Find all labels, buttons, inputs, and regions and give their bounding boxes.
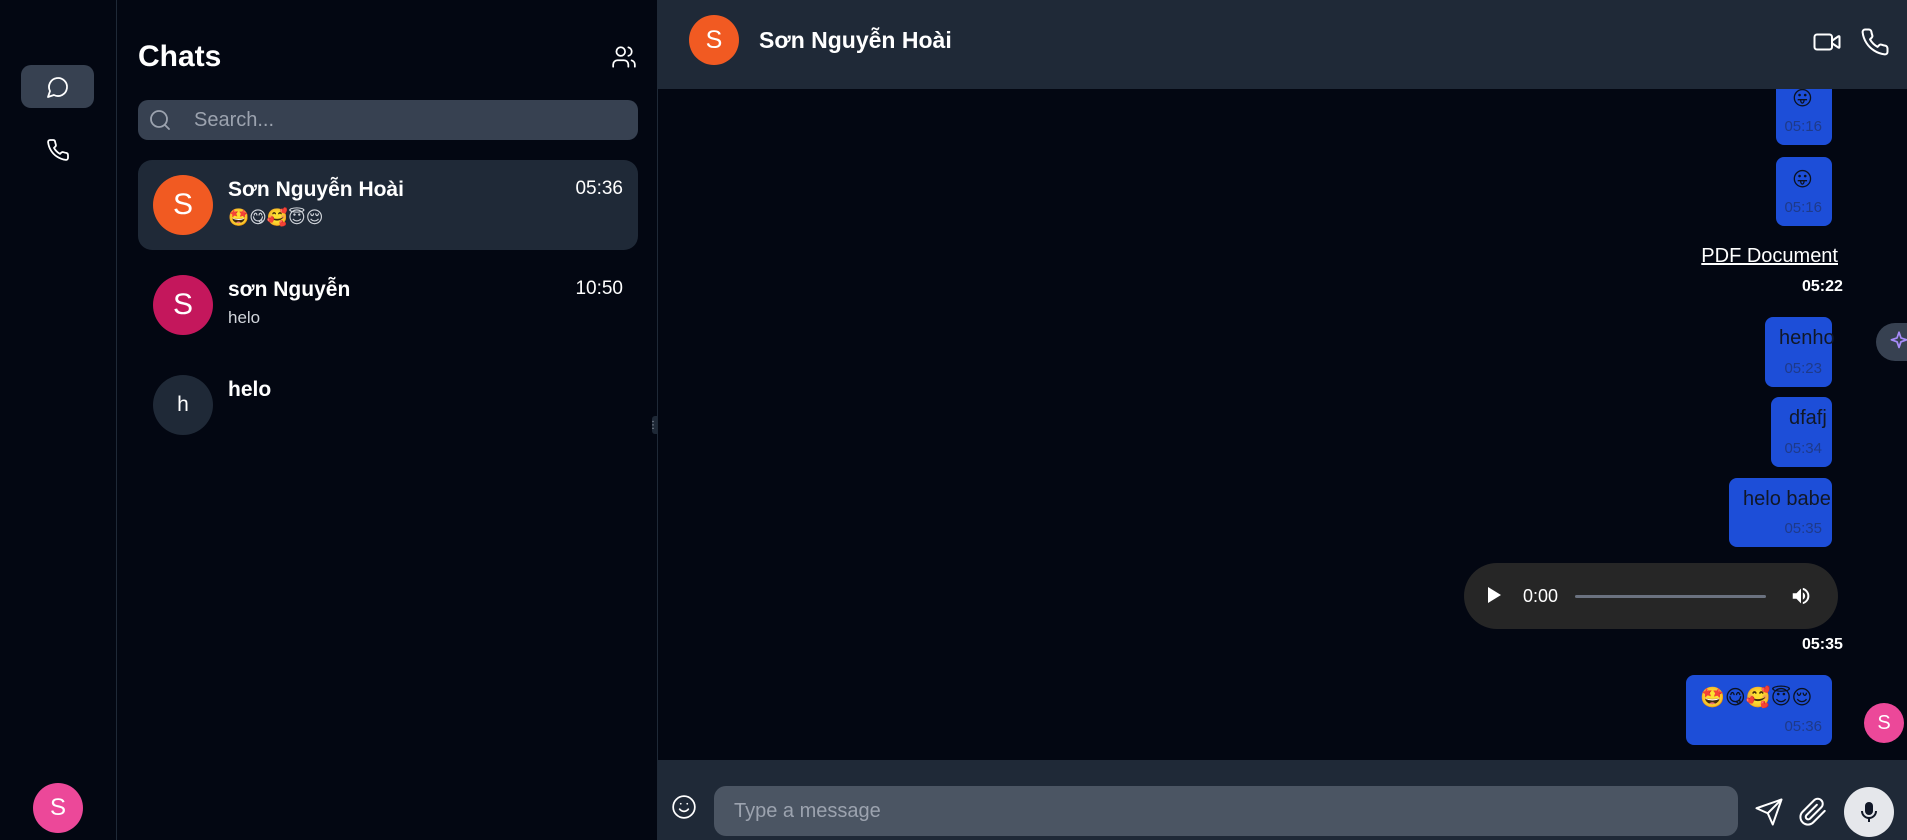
chat-name: Sơn Nguyễn Hoài [228,178,404,201]
contacts-button[interactable] [609,42,639,72]
phone-icon [46,138,69,161]
phone-icon [1861,28,1889,56]
search-icon [150,110,170,130]
smile-icon [672,795,696,819]
video-icon [1813,33,1841,51]
voice-call-button[interactable] [1858,25,1892,59]
message-text: helo babe [1743,488,1831,510]
chat-name: helo [228,378,272,401]
chat-item[interactable]: h helo [138,360,638,450]
play-icon [1488,587,1501,603]
message-time: 05:16 [1784,199,1822,216]
chat-item[interactable]: S sơn Nguyễn 10:50 helo [138,260,638,350]
message-input[interactable] [714,786,1738,836]
volume-icon [1792,587,1810,605]
chat-preview: 🤩😋🥰😇😌 [228,208,324,227]
audio-volume-button[interactable] [1788,583,1814,609]
pdf-document-link[interactable]: PDF Document [1701,245,1838,268]
search-box [138,100,638,140]
nav-rail: S [0,0,117,840]
message-time: 05:35 [1802,636,1843,653]
audio-play-button[interactable] [1482,583,1506,607]
message-bubble: helo babe 05:35 [1729,478,1832,547]
message-text: dfafj [1789,407,1827,429]
message-bubble: 😛 05:16 [1776,157,1832,226]
panel-title: Chats [138,40,222,73]
message-time: 05:36 [1784,718,1822,735]
chat-main: S Sơn Nguyễn Hoài 😛 05:16 S Sơn Nguyễn H… [658,0,1907,840]
message-text: 😛 [1792,88,1813,110]
message-bubble: 🤩😋🥰😇😌 05:36 [1686,675,1832,745]
search-input[interactable] [194,100,624,140]
chat-time: 05:36 [575,178,623,199]
ai-assistant-button[interactable] [1876,323,1907,361]
header-contact-name: Sơn Nguyễn Hoài [759,27,952,53]
rail-calls-button[interactable] [21,128,94,171]
voice-record-button[interactable] [1844,787,1894,837]
message-circle-icon [46,76,68,98]
chat-name: sơn Nguyễn [228,278,351,301]
microphone-icon [1861,802,1877,822]
message-text: 🤩😋🥰😇😌 [1700,687,1813,709]
paperclip-icon [1799,797,1826,826]
chat-time: 10:50 [575,278,623,299]
chat-list-panel: Chats S Sơn Nguyễn Hoài 05:36 🤩😋🥰😇😌 S sơ… [117,0,658,840]
sparkles-icon [1890,331,1907,349]
message-time: 05:35 [1784,520,1822,537]
users-icon [612,46,636,68]
rail-chats-button[interactable] [21,65,94,108]
message-time: 05:22 [1802,278,1843,295]
chat-preview: helo [228,308,261,327]
message-bubble: henho 05:23 [1765,317,1835,387]
message-time: 05:23 [1784,360,1822,377]
audio-seek-bar[interactable] [1575,595,1766,598]
audio-current-time: 0:00 [1523,586,1559,606]
user-avatar[interactable]: S [33,783,83,833]
message-time: 05:16 [1784,118,1822,135]
message-composer [658,760,1907,840]
send-icon [1755,798,1783,826]
chat-header-overlay: S Sơn Nguyễn Hoài [658,0,1907,89]
attach-button[interactable] [1796,795,1830,829]
message-text: 😛 [1792,169,1813,191]
send-button[interactable] [1752,795,1786,829]
emoji-button[interactable] [670,793,698,821]
message-text: henho [1779,327,1835,349]
message-sender-avatar: S [1864,703,1904,743]
audio-player: 0:00 [1464,563,1838,629]
chat-avatar: S [153,175,213,235]
message-bubble: dfafj 05:34 [1771,397,1832,467]
message-time: 05:34 [1784,440,1822,457]
header-avatar[interactable]: S [689,15,739,65]
chat-avatar: S [153,275,213,335]
chat-item[interactable]: S Sơn Nguyễn Hoài 05:36 🤩😋🥰😇😌 [138,160,638,250]
chat-avatar: h [153,375,213,435]
app: S Chats S Sơn Nguyễn Hoài 05:36 🤩😋🥰😇😌 S … [0,0,1907,840]
video-call-button[interactable] [1810,25,1844,59]
